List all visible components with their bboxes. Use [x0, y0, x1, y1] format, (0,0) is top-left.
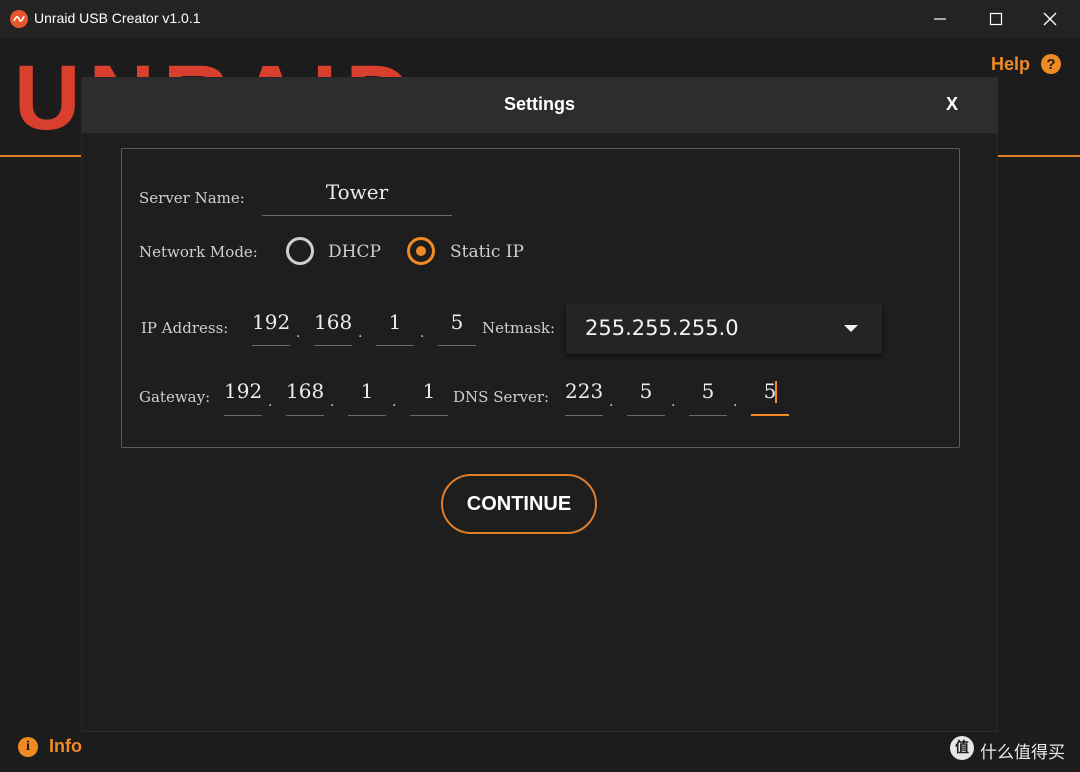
- netmask-value: 255.255.255.0: [585, 316, 739, 340]
- octet-separator: .: [268, 394, 273, 410]
- dhcp-radio-label[interactable]: DHCP: [328, 242, 381, 262]
- info-icon: i: [18, 737, 38, 757]
- octet-separator: .: [733, 394, 738, 410]
- gateway-octet-2-input[interactable]: 168: [286, 379, 324, 403]
- input-underline: [689, 415, 727, 416]
- help-icon: ?: [1041, 54, 1061, 74]
- input-underline: [410, 415, 448, 416]
- header-divider: [998, 155, 1080, 157]
- network-mode-label: Network Mode:: [139, 243, 258, 261]
- octet-separator: .: [420, 325, 425, 341]
- static-ip-radio-label[interactable]: Static IP: [450, 242, 524, 262]
- info-label: Info: [49, 736, 82, 756]
- minimize-button[interactable]: [912, 0, 968, 38]
- ip-octet-2-input[interactable]: 168: [314, 310, 352, 334]
- static-ip-radio[interactable]: [407, 237, 435, 265]
- octet-separator: .: [392, 394, 397, 410]
- gateway-octet-3-input[interactable]: 1: [348, 379, 386, 403]
- window-title: Unraid USB Creator v1.0.1: [34, 10, 201, 26]
- input-underline: [376, 345, 414, 346]
- octet-separator: .: [671, 394, 676, 410]
- ip-octet-3-input[interactable]: 1: [376, 310, 414, 334]
- dns-octet-3-input[interactable]: 5: [689, 379, 727, 403]
- input-underline: [262, 215, 452, 216]
- input-underline: [627, 415, 665, 416]
- gateway-octet-4-input[interactable]: 1: [410, 379, 448, 403]
- input-underline: [314, 345, 352, 346]
- octet-separator: .: [330, 394, 335, 410]
- dns-octet-2-input[interactable]: 5: [627, 379, 665, 403]
- text-cursor: [775, 381, 777, 403]
- unraid-app-icon: [10, 10, 28, 28]
- netmask-label: Netmask:: [482, 319, 556, 337]
- input-underline: [438, 345, 476, 346]
- ip-address-label: IP Address:: [141, 319, 229, 337]
- gateway-octet-1-input[interactable]: 192: [224, 379, 262, 403]
- dialog-close-button[interactable]: X: [946, 94, 958, 115]
- dialog-header: Settings X: [82, 78, 997, 133]
- dns-octet-1-input[interactable]: 223: [565, 379, 603, 403]
- input-underline: [565, 415, 603, 416]
- octet-separator: .: [358, 325, 363, 341]
- header-divider: [0, 155, 82, 157]
- dns-octet-4-input[interactable]: 5: [751, 379, 789, 403]
- dns-server-label: DNS Server:: [453, 388, 550, 406]
- netmask-dropdown[interactable]: 255.255.255.0: [566, 304, 882, 354]
- input-underline: [252, 345, 290, 346]
- settings-panel: Server Name: Tower Network Mode: DHCP St…: [121, 148, 960, 448]
- close-icon: [1043, 12, 1057, 26]
- window-close-button[interactable]: [1022, 0, 1078, 38]
- continue-button[interactable]: CONTINUE: [441, 474, 597, 534]
- input-underline-focused: [751, 414, 789, 416]
- input-underline: [348, 415, 386, 416]
- title-bar: Unraid USB Creator v1.0.1: [0, 0, 1080, 38]
- octet-separator: .: [609, 394, 614, 410]
- settings-dialog: Settings X Server Name: Tower Network Mo…: [81, 77, 998, 732]
- maximize-icon: [989, 12, 1003, 26]
- dialog-title: Settings: [503, 94, 575, 114]
- input-underline: [224, 415, 262, 416]
- dropdown-caret-icon: [844, 325, 858, 332]
- server-name-label: Server Name:: [139, 189, 245, 207]
- maximize-button[interactable]: [968, 0, 1024, 38]
- watermark-logo-icon: 值: [950, 736, 974, 760]
- gateway-label: Gateway:: [139, 388, 211, 406]
- ip-octet-4-input[interactable]: 5: [438, 310, 476, 334]
- octet-separator: .: [296, 325, 301, 341]
- ip-octet-1-input[interactable]: 192: [252, 310, 290, 334]
- input-underline: [286, 415, 324, 416]
- server-name-input[interactable]: Tower: [262, 180, 452, 204]
- minimize-icon: [934, 18, 946, 20]
- dhcp-radio[interactable]: [286, 237, 314, 265]
- watermark-text: 什么值得买: [980, 743, 1065, 763]
- help-label: Help: [991, 54, 1031, 74]
